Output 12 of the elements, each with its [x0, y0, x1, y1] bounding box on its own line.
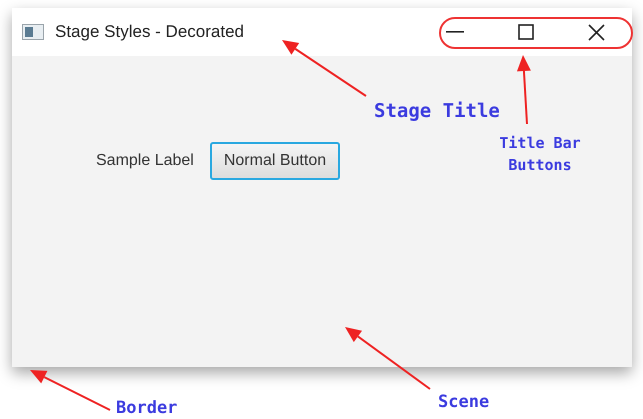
annotation-label: Border — [116, 397, 178, 419]
close-icon — [588, 24, 605, 40]
normal-button[interactable]: Normal Button — [210, 142, 340, 180]
arrow — [516, 55, 531, 124]
minimize-icon — [446, 31, 464, 33]
window-title: Stage Styles - Decorated — [55, 21, 244, 44]
annotation-label: Stage Title — [374, 99, 500, 124]
maximize-icon — [518, 24, 534, 40]
sample-label: Sample Label — [96, 151, 194, 171]
annotation-label: Scene — [438, 391, 490, 414]
window-icon — [22, 24, 44, 40]
annotation-label: Title Bar Buttons — [498, 133, 582, 176]
